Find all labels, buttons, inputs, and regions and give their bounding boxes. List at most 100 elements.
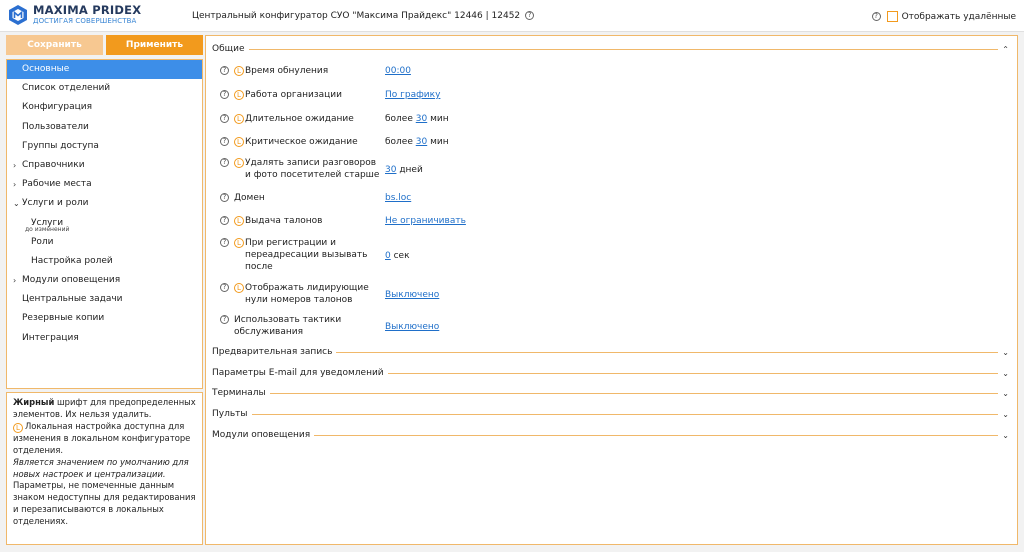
setting-row-critical-wait: ? L Критическое ожидание — [220, 136, 383, 148]
sidebar-item-central-tasks[interactable]: Центральные задачи — [7, 290, 202, 309]
setting-link[interactable]: 30 — [385, 165, 396, 175]
setting-label: Выдача талонов — [245, 216, 323, 226]
sidebar-item-workplaces[interactable]: › Рабочие места — [7, 175, 202, 194]
show-deleted-label: Отображать удалённые — [901, 11, 1016, 22]
chevron-down-icon[interactable]: ⌄ — [1002, 348, 1009, 357]
chevron-right-icon[interactable]: › — [13, 271, 16, 290]
sidebar-item-label: Резервные копии — [22, 313, 105, 324]
setting-label: Работа организации — [245, 90, 342, 100]
setting-row-work-schedule: ? L Работа организации — [220, 89, 383, 101]
chevron-down-icon[interactable]: ⌄ — [1002, 389, 1009, 398]
help-icon[interactable]: ? — [220, 158, 229, 167]
setting-row-leading-zeros: ? L Отображать лидирующие нули номеров тал… — [220, 282, 383, 306]
section-email-header[interactable]: Параметры E-mail для уведомлений ⌄ — [212, 366, 1009, 380]
sidebar-item-access-groups[interactable]: Группы доступа — [7, 137, 202, 156]
sidebar-item-dictionaries[interactable]: › Справочники — [7, 156, 202, 175]
setting-link[interactable]: 30 — [416, 137, 427, 147]
show-deleted-toggle[interactable]: ? Отображать удалённые — [871, 11, 1016, 22]
setting-label: При регистрации и переадресации вызывать… — [245, 238, 368, 272]
setting-label: Критическое ожидание — [245, 137, 358, 147]
setting-label: Длительное ожидание — [245, 114, 354, 124]
setting-value-prefix: более — [385, 137, 416, 147]
setting-link[interactable]: Выключено — [385, 322, 439, 332]
setting-label: Отображать лидирующие нули номеров талон… — [245, 283, 369, 305]
section-terminals-header[interactable]: Терминалы ⌄ — [212, 386, 1009, 400]
setting-link[interactable]: bs.loc — [385, 193, 411, 203]
help-icon[interactable]: ? — [220, 216, 229, 225]
section-prebooking-header[interactable]: Предварительная запись ⌄ — [212, 345, 1009, 359]
sidebar-item-users[interactable]: Пользователи — [7, 118, 202, 137]
help-icon[interactable]: ? — [220, 66, 229, 75]
chevron-down-icon[interactable]: ⌄ — [1002, 410, 1009, 419]
section-title: Терминалы — [212, 388, 266, 398]
sidebar-item-main[interactable]: Основные — [7, 60, 202, 80]
help-icon[interactable]: ? — [871, 12, 881, 21]
chevron-down-icon[interactable]: ⌄ — [1002, 369, 1009, 378]
section-divider — [251, 413, 999, 415]
local-setting-icon: L — [234, 114, 244, 124]
chevron-right-icon[interactable]: › — [13, 175, 16, 194]
chevron-right-icon[interactable]: › — [13, 156, 16, 175]
help-icon[interactable]: ? — [220, 315, 229, 324]
help-icon[interactable]: ? — [220, 137, 229, 146]
help-icon[interactable]: ? — [220, 283, 229, 292]
chevron-down-icon[interactable]: ⌄ — [13, 194, 20, 213]
setting-link[interactable]: По графику — [385, 90, 440, 100]
local-setting-icon: L — [13, 422, 23, 433]
section-title: Параметры E-mail для уведомлений — [212, 368, 384, 378]
section-title: Пульты — [212, 409, 248, 419]
sidebar-item-label: Модули оповещения — [22, 275, 121, 286]
sidebar-item-roles[interactable]: Роли — [7, 233, 202, 252]
sidebar-nav: Основные Список отделений Конфигурация П… — [6, 59, 203, 389]
setting-value-suffix: мин — [427, 137, 449, 147]
setting-value-reset-time: 00:00 — [385, 65, 411, 77]
section-divider — [336, 351, 999, 353]
save-button[interactable]: Сохранить — [6, 35, 103, 55]
sidebar-item-services[interactable]: Услуги до изменений — [7, 214, 202, 233]
sidebar-item-role-settings[interactable]: Настройка ролей — [7, 252, 202, 271]
settings-panel: Общие ⌃ ? L Время обнуления 00:00 ? L Работа… — [205, 35, 1018, 545]
sidebar-item-integration[interactable]: Интеграция — [7, 329, 202, 348]
section-divider — [387, 372, 999, 374]
legend-panel: Жирный шрифт для предопределенных элемен… — [6, 392, 203, 545]
setting-link[interactable]: 00:00 — [385, 66, 411, 76]
setting-value-work-schedule: По графику — [385, 89, 440, 101]
setting-link[interactable]: Не ограничивать — [385, 216, 466, 226]
help-icon[interactable]: ? — [525, 11, 535, 20]
section-general-header[interactable]: Общие ⌃ — [212, 42, 1009, 56]
section-consoles-header[interactable]: Пульты ⌄ — [212, 407, 1009, 421]
setting-label: Время обнуления — [245, 66, 329, 76]
sidebar-item-services-roles[interactable]: ⌄ Услуги и роли — [7, 194, 202, 213]
setting-value-ticket-issue: Не ограничивать — [385, 215, 466, 227]
setting-row-ticket-issue: ? L Выдача талонов — [220, 215, 383, 227]
help-icon[interactable]: ? — [220, 114, 229, 123]
legend-unmarked-note: Параметры, не помеченные данным знаком н… — [13, 480, 196, 527]
sidebar-item-label: Настройка ролей — [31, 255, 113, 266]
chevron-up-icon[interactable]: ⌃ — [1002, 45, 1009, 54]
setting-link[interactable]: 30 — [416, 114, 427, 124]
help-icon[interactable]: ? — [220, 193, 229, 202]
help-icon[interactable]: ? — [220, 90, 229, 99]
legend-local-note: L Локальная настройка доступна для измене… — [13, 421, 196, 457]
setting-row-service-tactics: ? Использовать тактики обслуживания — [220, 314, 372, 338]
sidebar-item-configuration[interactable]: Конфигурация — [7, 98, 202, 117]
sidebar-item-label: Список отделений — [22, 83, 111, 94]
setting-value-leading-zeros: Выключено — [385, 289, 439, 301]
setting-value-domain: bs.loc — [385, 192, 411, 204]
show-deleted-checkbox[interactable] — [886, 11, 898, 22]
help-icon[interactable]: ? — [220, 238, 229, 247]
section-title: Предварительная запись — [212, 347, 333, 357]
chevron-down-icon[interactable]: ⌄ — [1002, 431, 1009, 440]
apply-button[interactable]: Применить — [106, 35, 203, 55]
local-setting-icon: L — [234, 216, 244, 226]
logo: MAXIMA PRIDEX ДОСТИГАЯ СОВЕРШЕНСТВА — [7, 4, 141, 26]
setting-link[interactable]: Выключено — [385, 290, 439, 300]
section-notification-modules-header[interactable]: Модули оповещения ⌄ — [212, 428, 1009, 442]
sidebar-item-backups[interactable]: Резервные копии — [7, 309, 202, 328]
setting-label: Использовать тактики обслуживания — [234, 315, 342, 337]
sidebar-item-label: Группы доступа — [22, 140, 99, 151]
local-setting-icon: L — [234, 238, 244, 248]
sidebar-item-notification-modules[interactable]: › Модули оповещения — [7, 271, 202, 290]
sidebar-item-branches[interactable]: Список отделений — [7, 79, 202, 98]
legend-bold-word: Жирный — [13, 397, 55, 407]
